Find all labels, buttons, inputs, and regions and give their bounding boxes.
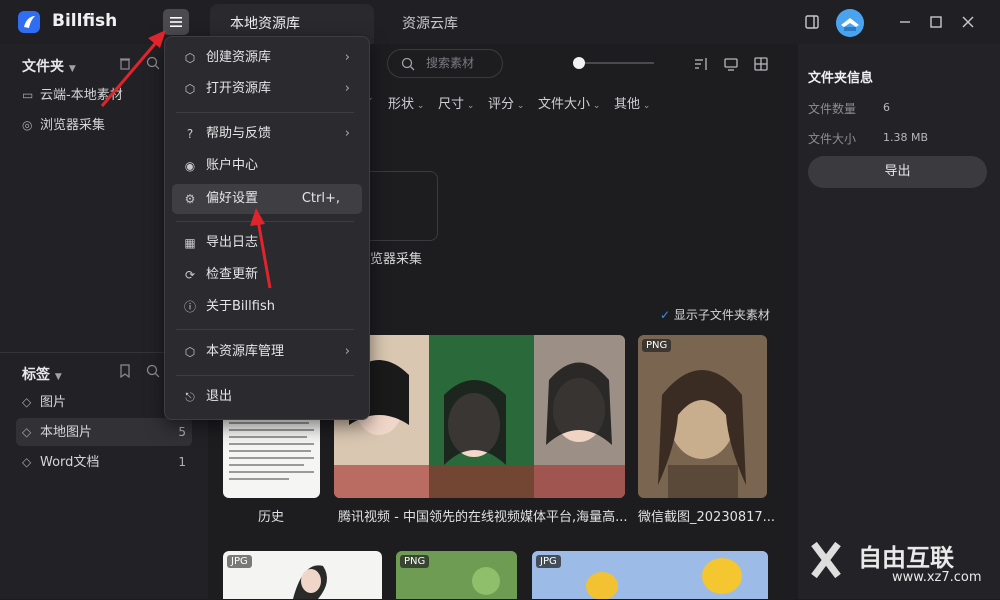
watermark-logo: 自由互联 www.xz7.com <box>808 536 998 596</box>
arrow-to-preferences <box>250 208 272 289</box>
watermark-text: 自由互联 <box>858 544 954 572</box>
annotation-arrows <box>100 30 272 289</box>
arrow-to-menu-button <box>100 30 166 107</box>
watermark-url: www.xz7.com <box>892 570 982 585</box>
